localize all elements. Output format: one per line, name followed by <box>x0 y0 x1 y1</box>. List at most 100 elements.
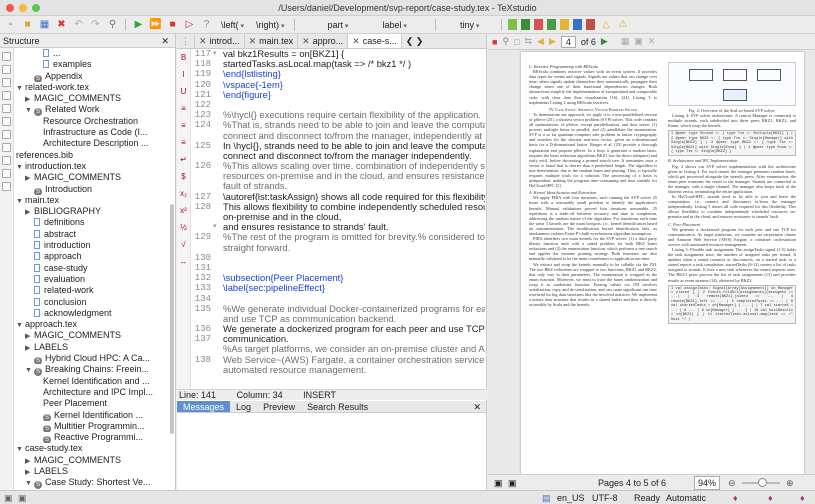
structure-item[interactable]: ▼ approach.tex <box>16 319 174 330</box>
subscript-icon[interactable]: x₂ <box>177 185 190 202</box>
code-line[interactable]: straight forward. <box>223 243 485 253</box>
expanded-arrow-icon[interactable]: ▼ <box>16 196 25 206</box>
code-line[interactable]: and ensures resistance to strands' fault… <box>223 222 485 232</box>
code-line[interactable] <box>223 263 485 273</box>
new-file-icon[interactable]: ◦ <box>4 18 17 31</box>
code-line[interactable]: automated resource management. <box>223 365 485 375</box>
structure-item[interactable]: Peer Placement <box>16 398 174 409</box>
newline-icon[interactable]: ↵ <box>177 151 190 168</box>
structure-item[interactable]: Resource Orchestration <box>16 116 174 127</box>
structure-item[interactable]: ▼ S Related Work <box>16 104 174 116</box>
code-line[interactable]: val bkz1Results = on[BKZ1] { <box>223 49 485 59</box>
structure-item[interactable]: introduction <box>16 240 174 251</box>
code-line[interactable]: %The rest of the program is omitted for … <box>223 232 485 242</box>
code-line[interactable]: communication. <box>223 334 485 344</box>
structure-item[interactable]: case-study <box>16 263 174 274</box>
code-line[interactable]: \autoref{lst:taskAssign} shows all code … <box>223 192 485 202</box>
open-folder-icon[interactable]: ■ <box>21 18 34 31</box>
compile-icon[interactable]: ▶ <box>132 18 145 31</box>
right-delimiter-dropdown[interactable]: \right) <box>252 20 288 30</box>
left-right-icon[interactable]: ↔ <box>177 253 190 270</box>
code-line[interactable]: \subsection{Peer Placement} <box>223 273 485 283</box>
structure-item[interactable]: ▶ MAGIC_COMMENTS <box>16 330 174 341</box>
tabs-menu-icon[interactable]: ⋮ <box>177 34 195 48</box>
panel-toggle-icon[interactable]: ▣ <box>4 491 13 504</box>
bookmark-icon[interactable]: ■ <box>492 37 497 47</box>
code-line[interactable]: %This allows scaling over time, combinat… <box>223 161 485 171</box>
zoom-in-button[interactable]: ⊕ <box>786 475 794 491</box>
structure-item[interactable]: ▼ related-work.tex <box>16 82 174 93</box>
structure-item[interactable]: references.bib <box>16 150 174 161</box>
structure-item[interactable]: ▶ MAGIC_COMMENTS <box>16 455 174 466</box>
code-line[interactable]: connect and disconnect to/from the manag… <box>223 151 485 161</box>
close-structure-icon[interactable]: ✕ <box>161 34 169 48</box>
close-tab-icon[interactable]: ✕ <box>302 36 310 46</box>
code-line[interactable]: %As target platforms, we consider an on-… <box>223 344 485 354</box>
fit-icon[interactable]: □ <box>514 37 519 47</box>
save-icon[interactable]: ▦ <box>38 18 51 31</box>
expanded-arrow-icon[interactable]: ▼ <box>16 320 25 330</box>
code-line[interactable]: connect and disconnect to/from the manag… <box>223 131 485 141</box>
panel-toggle-icon-2[interactable]: ▣ <box>18 491 27 504</box>
align-right-icon[interactable]: ≡ <box>177 134 190 151</box>
structure-item[interactable]: Kernel Identification and ... <box>16 376 174 387</box>
favorites-icon[interactable] <box>2 182 11 191</box>
grid-icon[interactable]: ▦ <box>621 36 630 47</box>
structure-view-icon[interactable] <box>2 52 11 61</box>
structure-item[interactable]: ▼ S Case Study: Shortest Ve... <box>16 477 174 489</box>
zoom-out-icon[interactable]: ⚲ <box>502 36 509 47</box>
code-line[interactable]: This allows flexibility to combine indep… <box>223 202 485 212</box>
collapsed-arrow-icon[interactable]: ▶ <box>25 467 34 477</box>
expanded-arrow-icon[interactable]: ▼ <box>16 444 25 454</box>
structure-item[interactable]: approach <box>16 251 174 262</box>
pdf-page[interactable]: C. Reactive Programming with REScala RESc… <box>521 52 804 480</box>
structure-item[interactable]: S Reactive Programmi... <box>16 432 174 444</box>
structure-item[interactable]: Architecture Description ... <box>16 138 174 149</box>
structure-item[interactable]: examples <box>16 59 174 70</box>
expanded-arrow-icon[interactable]: ▼ <box>16 162 25 172</box>
code-line[interactable]: We generate a dockerized program for eac… <box>223 324 485 334</box>
bold-color-icon[interactable] <box>521 19 531 30</box>
redo-icon[interactable]: ↷ <box>89 18 102 31</box>
structure-item[interactable]: evaluation <box>16 274 174 285</box>
collapsed-arrow-icon[interactable]: ▶ <box>25 343 34 353</box>
structure-item[interactable]: SKernel Identification ... <box>16 410 174 421</box>
structure-item[interactable]: ... <box>16 48 174 59</box>
collapsed-arrow-icon[interactable]: ▶ <box>25 173 34 183</box>
structure-item[interactable]: ▼ main.tex <box>16 195 174 206</box>
minimize-window-button[interactable] <box>19 4 27 12</box>
language-indicator[interactable]: en_US <box>557 491 585 504</box>
tab-log[interactable]: Log <box>230 401 257 412</box>
prev-page-icon[interactable]: ◀ <box>537 36 544 47</box>
tab-case-study[interactable]: ✕ case-s... <box>348 34 402 48</box>
code-line[interactable]: resources on-premise and in the cloud, a… <box>223 171 485 181</box>
close-messages-icon[interactable]: ✕ <box>473 401 486 412</box>
expanded-arrow-icon[interactable]: ▼ <box>25 105 34 115</box>
code-line[interactable]: \end{lstlisting} <box>223 69 485 79</box>
structure-item[interactable]: conclusion <box>16 297 174 308</box>
page-number-input[interactable]: 4 <box>560 35 576 48</box>
italic-icon[interactable]: I <box>177 66 190 83</box>
symbols-icon[interactable] <box>2 78 11 87</box>
bookmarks-icon[interactable] <box>2 65 11 74</box>
structure-item[interactable]: ▶ LABELS <box>16 342 174 353</box>
code-line[interactable]: startedTasks.asLocal.map(task => /* bkz1… <box>223 59 485 69</box>
tab-introduction[interactable]: ✕ introd... <box>195 34 245 48</box>
structure-item[interactable]: abstract <box>16 229 174 240</box>
code-line[interactable]: Web Service~(AWS) Fargate, a container o… <box>223 355 485 365</box>
expanded-arrow-icon[interactable]: ▼ <box>25 478 34 488</box>
relations-icon[interactable] <box>2 91 11 100</box>
code-line[interactable]: %We generate individual Docker-container… <box>223 304 485 314</box>
close-file-icon[interactable]: ✖ <box>55 18 68 31</box>
structure-scrollbar[interactable] <box>170 204 174 434</box>
structure-item[interactable]: ▶ MAGIC_COMMENTS <box>16 93 174 104</box>
tab-messages[interactable]: Messages <box>177 401 231 412</box>
code-line[interactable]: %That is, strands need to be able to joi… <box>223 120 485 130</box>
delimiters-icon[interactable] <box>2 156 11 165</box>
code-line[interactable] <box>223 294 485 304</box>
code-line[interactable]: \label{sec:pipelineEffect} <box>223 283 485 293</box>
zoom-input[interactable]: 94% <box>694 476 721 490</box>
font-size-dropdown[interactable]: tiny <box>456 20 483 30</box>
fraction-edit-icon[interactable]: ½ <box>177 219 190 236</box>
structure-item[interactable]: S Introduction <box>16 184 174 195</box>
